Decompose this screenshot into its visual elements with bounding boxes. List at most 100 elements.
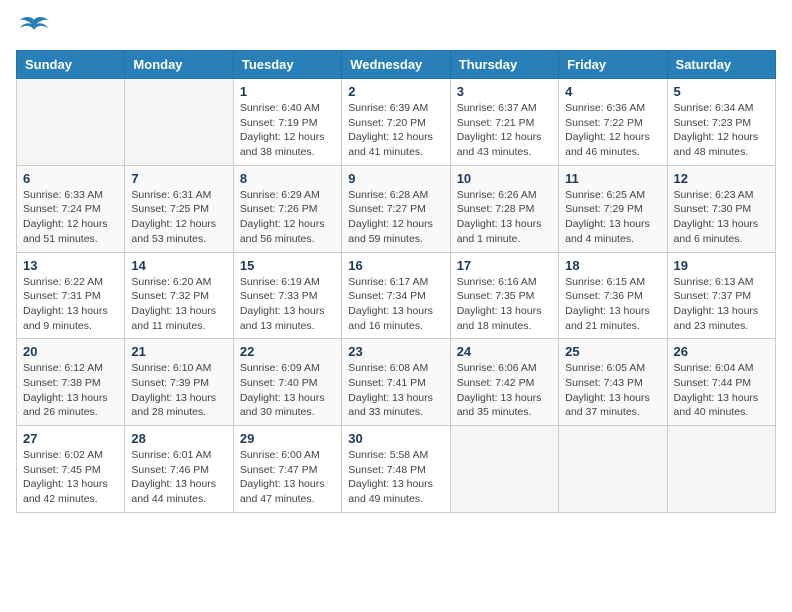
day-info: Sunrise: 6:16 AM Sunset: 7:35 PM Dayligh… xyxy=(457,275,552,334)
day-number: 25 xyxy=(565,344,660,359)
calendar-day-cell: 12 Sunrise: 6:23 AM Sunset: 7:30 PM Dayli… xyxy=(667,165,775,252)
day-info: Sunrise: 6:37 AM Sunset: 7:21 PM Dayligh… xyxy=(457,101,552,160)
day-info: Sunrise: 6:25 AM Sunset: 7:29 PM Dayligh… xyxy=(565,188,660,247)
calendar-week-row: 1 Sunrise: 6:40 AM Sunset: 7:19 PM Daylig… xyxy=(17,79,776,166)
calendar-week-row: 13 Sunrise: 6:22 AM Sunset: 7:31 PM Dayli… xyxy=(17,252,776,339)
day-number: 2 xyxy=(348,84,443,99)
calendar-day-cell: 26 Sunrise: 6:04 AM Sunset: 7:44 PM Dayli… xyxy=(667,339,775,426)
day-info: Sunrise: 6:23 AM Sunset: 7:30 PM Dayligh… xyxy=(674,188,769,247)
day-number: 7 xyxy=(131,171,226,186)
calendar-day-cell: 3Sunrise: 6:37 AM Sunset: 7:21 PM Daylig… xyxy=(450,79,558,166)
page-header xyxy=(16,16,776,38)
calendar-week-row: 20Sunrise: 6:12 AM Sunset: 7:38 PM Dayli… xyxy=(17,339,776,426)
calendar-day-cell: 27 Sunrise: 6:02 AM Sunset: 7:45 PM Dayli… xyxy=(17,426,125,513)
calendar-header-cell: Wednesday xyxy=(342,51,450,79)
day-number: 12 xyxy=(674,171,769,186)
calendar-header-row: SundayMondayTuesdayWednesdayThursdayFrid… xyxy=(17,51,776,79)
calendar-day-cell: 17 Sunrise: 6:16 AM Sunset: 7:35 PM Dayli… xyxy=(450,252,558,339)
day-number: 17 xyxy=(457,258,552,273)
calendar-table: SundayMondayTuesdayWednesdayThursdayFrid… xyxy=(16,50,776,513)
calendar-day-cell: 1 Sunrise: 6:40 AM Sunset: 7:19 PM Daylig… xyxy=(233,79,341,166)
day-number: 22 xyxy=(240,344,335,359)
day-number: 11 xyxy=(565,171,660,186)
day-info: Sunrise: 6:29 AM Sunset: 7:26 PM Dayligh… xyxy=(240,188,335,247)
calendar-day-cell: 16 Sunrise: 6:17 AM Sunset: 7:34 PM Dayli… xyxy=(342,252,450,339)
day-info: Sunrise: 6:19 AM Sunset: 7:33 PM Dayligh… xyxy=(240,275,335,334)
day-number: 8 xyxy=(240,171,335,186)
day-info: Sunrise: 6:00 AM Sunset: 7:47 PM Dayligh… xyxy=(240,448,335,507)
calendar-day-cell: 8 Sunrise: 6:29 AM Sunset: 7:26 PM Daylig… xyxy=(233,165,341,252)
calendar-day-cell xyxy=(125,79,233,166)
calendar-day-cell: 20Sunrise: 6:12 AM Sunset: 7:38 PM Dayli… xyxy=(17,339,125,426)
day-info: Sunrise: 6:01 AM Sunset: 7:46 PM Dayligh… xyxy=(131,448,226,507)
day-info: Sunrise: 6:26 AM Sunset: 7:28 PM Dayligh… xyxy=(457,188,552,247)
calendar-week-row: 27 Sunrise: 6:02 AM Sunset: 7:45 PM Dayli… xyxy=(17,426,776,513)
day-number: 13 xyxy=(23,258,118,273)
day-number: 27 xyxy=(23,431,118,446)
day-number: 9 xyxy=(348,171,443,186)
day-info: Sunrise: 6:20 AM Sunset: 7:32 PM Dayligh… xyxy=(131,275,226,334)
day-number: 10 xyxy=(457,171,552,186)
day-info: Sunrise: 6:17 AM Sunset: 7:34 PM Dayligh… xyxy=(348,275,443,334)
day-number: 6 xyxy=(23,171,118,186)
calendar-day-cell xyxy=(667,426,775,513)
calendar-day-cell: 29 Sunrise: 6:00 AM Sunset: 7:47 PM Dayli… xyxy=(233,426,341,513)
calendar-week-row: 6 Sunrise: 6:33 AM Sunset: 7:24 PM Daylig… xyxy=(17,165,776,252)
day-info: Sunrise: 6:39 AM Sunset: 7:20 PM Dayligh… xyxy=(348,101,443,160)
logo xyxy=(16,16,48,38)
day-info: Sunrise: 6:02 AM Sunset: 7:45 PM Dayligh… xyxy=(23,448,118,507)
day-number: 1 xyxy=(240,84,335,99)
calendar-day-cell xyxy=(17,79,125,166)
calendar-day-cell: 4 Sunrise: 6:36 AM Sunset: 7:22 PM Daylig… xyxy=(559,79,667,166)
day-info: Sunrise: 6:09 AM Sunset: 7:40 PM Dayligh… xyxy=(240,361,335,420)
day-number: 18 xyxy=(565,258,660,273)
calendar-day-cell: 18 Sunrise: 6:15 AM Sunset: 7:36 PM Dayli… xyxy=(559,252,667,339)
day-number: 26 xyxy=(674,344,769,359)
calendar-day-cell: 5 Sunrise: 6:34 AM Sunset: 7:23 PM Daylig… xyxy=(667,79,775,166)
day-number: 16 xyxy=(348,258,443,273)
calendar-header-cell: Tuesday xyxy=(233,51,341,79)
calendar-day-cell: 9 Sunrise: 6:28 AM Sunset: 7:27 PM Daylig… xyxy=(342,165,450,252)
calendar-header-cell: Sunday xyxy=(17,51,125,79)
day-number: 15 xyxy=(240,258,335,273)
calendar-body: 1 Sunrise: 6:40 AM Sunset: 7:19 PM Daylig… xyxy=(17,79,776,513)
day-info: Sunrise: 6:13 AM Sunset: 7:37 PM Dayligh… xyxy=(674,275,769,334)
calendar-day-cell xyxy=(450,426,558,513)
day-number: 5 xyxy=(674,84,769,99)
calendar-day-cell: 23Sunrise: 6:08 AM Sunset: 7:41 PM Dayli… xyxy=(342,339,450,426)
day-info: Sunrise: 6:36 AM Sunset: 7:22 PM Dayligh… xyxy=(565,101,660,160)
calendar-day-cell: 19Sunrise: 6:13 AM Sunset: 7:37 PM Dayli… xyxy=(667,252,775,339)
day-info: Sunrise: 6:33 AM Sunset: 7:24 PM Dayligh… xyxy=(23,188,118,247)
day-info: Sunrise: 6:22 AM Sunset: 7:31 PM Dayligh… xyxy=(23,275,118,334)
day-number: 28 xyxy=(131,431,226,446)
day-info: Sunrise: 6:40 AM Sunset: 7:19 PM Dayligh… xyxy=(240,101,335,160)
day-info: Sunrise: 6:28 AM Sunset: 7:27 PM Dayligh… xyxy=(348,188,443,247)
calendar-day-cell: 2 Sunrise: 6:39 AM Sunset: 7:20 PM Daylig… xyxy=(342,79,450,166)
calendar-day-cell: 30 Sunrise: 5:58 AM Sunset: 7:48 PM Dayli… xyxy=(342,426,450,513)
day-info: Sunrise: 6:05 AM Sunset: 7:43 PM Dayligh… xyxy=(565,361,660,420)
calendar-day-cell: 7Sunrise: 6:31 AM Sunset: 7:25 PM Daylig… xyxy=(125,165,233,252)
calendar-day-cell: 10 Sunrise: 6:26 AM Sunset: 7:28 PM Dayli… xyxy=(450,165,558,252)
day-info: Sunrise: 6:06 AM Sunset: 7:42 PM Dayligh… xyxy=(457,361,552,420)
calendar-day-cell: 13 Sunrise: 6:22 AM Sunset: 7:31 PM Dayli… xyxy=(17,252,125,339)
day-number: 4 xyxy=(565,84,660,99)
day-info: Sunrise: 6:10 AM Sunset: 7:39 PM Dayligh… xyxy=(131,361,226,420)
day-number: 30 xyxy=(348,431,443,446)
day-info: Sunrise: 6:04 AM Sunset: 7:44 PM Dayligh… xyxy=(674,361,769,420)
day-info: Sunrise: 6:15 AM Sunset: 7:36 PM Dayligh… xyxy=(565,275,660,334)
day-number: 14 xyxy=(131,258,226,273)
day-number: 21 xyxy=(131,344,226,359)
calendar-day-cell: 11 Sunrise: 6:25 AM Sunset: 7:29 PM Dayli… xyxy=(559,165,667,252)
calendar-day-cell: 24Sunrise: 6:06 AM Sunset: 7:42 PM Dayli… xyxy=(450,339,558,426)
calendar-day-cell: 22 Sunrise: 6:09 AM Sunset: 7:40 PM Dayli… xyxy=(233,339,341,426)
calendar-day-cell: 15 Sunrise: 6:19 AM Sunset: 7:33 PM Dayli… xyxy=(233,252,341,339)
day-info: Sunrise: 5:58 AM Sunset: 7:48 PM Dayligh… xyxy=(348,448,443,507)
calendar-day-cell: 25 Sunrise: 6:05 AM Sunset: 7:43 PM Dayli… xyxy=(559,339,667,426)
calendar-header-cell: Monday xyxy=(125,51,233,79)
calendar-day-cell: 14 Sunrise: 6:20 AM Sunset: 7:32 PM Dayli… xyxy=(125,252,233,339)
day-info: Sunrise: 6:34 AM Sunset: 7:23 PM Dayligh… xyxy=(674,101,769,160)
calendar-day-cell: 21 Sunrise: 6:10 AM Sunset: 7:39 PM Dayli… xyxy=(125,339,233,426)
day-number: 29 xyxy=(240,431,335,446)
day-info: Sunrise: 6:12 AM Sunset: 7:38 PM Dayligh… xyxy=(23,361,118,420)
calendar-header-cell: Friday xyxy=(559,51,667,79)
